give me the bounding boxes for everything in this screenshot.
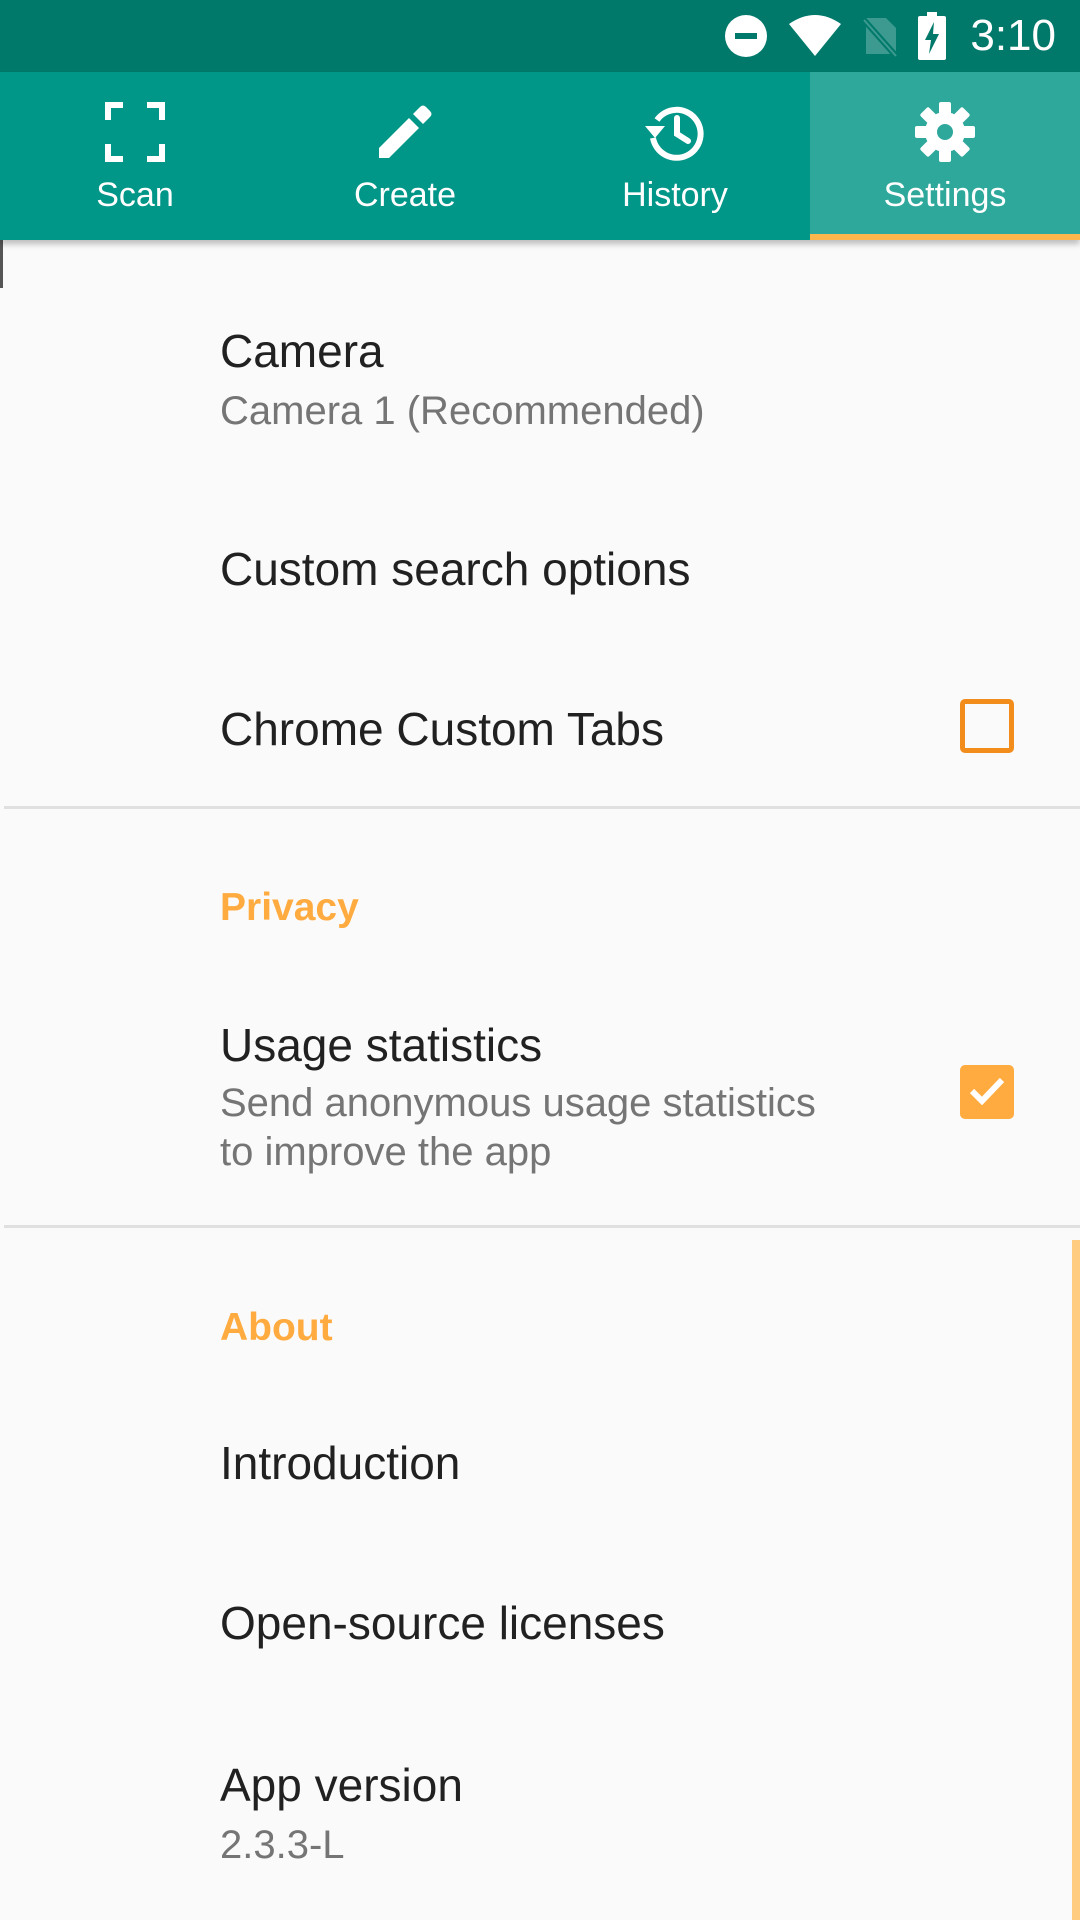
chrome-custom-tabs-title: Chrome Custom Tabs — [220, 703, 664, 755]
wifi-icon — [788, 14, 842, 58]
history-icon — [643, 100, 707, 164]
tab-bar: Scan Create History Settings — [0, 72, 1080, 240]
custom-search-title: Custom search options — [220, 543, 691, 595]
tab-create-label: Create — [353, 176, 457, 214]
camera-summary: Camera 1 (Recommended) — [220, 389, 705, 433]
settings-list: Camera Camera 1 (Recommended) Custom sea… — [0, 240, 1080, 1920]
pencil-icon — [373, 100, 437, 164]
introduction-title: Introduction — [220, 1437, 461, 1489]
no-sim-icon — [862, 14, 899, 58]
tab-settings[interactable]: Settings — [810, 72, 1080, 240]
status-time: 3:10 — [970, 11, 1056, 60]
do-not-disturb-icon — [724, 14, 768, 58]
app-version-summary: 2.3.3-L — [220, 1823, 345, 1867]
privacy-category-header: Privacy — [220, 886, 359, 929]
usage-statistics-title: Usage statistics — [220, 1019, 543, 1071]
status-bar: 3:10 — [0, 0, 1080, 72]
battery-charging-icon — [918, 12, 947, 60]
checkmark-icon — [967, 1070, 1007, 1115]
about-category-header: About — [220, 1306, 333, 1349]
gear-icon — [913, 100, 977, 164]
usage-statistics-checkbox[interactable] — [960, 1065, 1014, 1119]
usage-statistics-summary-line2: to improve the app — [220, 1130, 552, 1174]
tab-history-label: History — [622, 176, 728, 214]
tab-history[interactable]: History — [540, 72, 810, 240]
tab-scan-label: Scan — [96, 176, 174, 214]
scan-icon — [103, 100, 167, 164]
scrollbar[interactable] — [1072, 1240, 1080, 1920]
tab-settings-label: Settings — [883, 176, 1007, 214]
text-cursor — [0, 240, 3, 288]
tab-scan[interactable]: Scan — [0, 72, 270, 240]
divider — [4, 806, 1080, 809]
open-source-licenses-title: Open-source licenses — [220, 1597, 665, 1649]
tab-create[interactable]: Create — [270, 72, 540, 240]
app-version-title: App version — [220, 1759, 463, 1811]
divider — [4, 1225, 1080, 1228]
chrome-custom-tabs-checkbox[interactable] — [960, 699, 1014, 753]
camera-title: Camera — [220, 325, 384, 377]
usage-statistics-summary-line1: Send anonymous usage statistics — [220, 1081, 816, 1125]
status-icons: 3:10 — [724, 0, 1056, 72]
